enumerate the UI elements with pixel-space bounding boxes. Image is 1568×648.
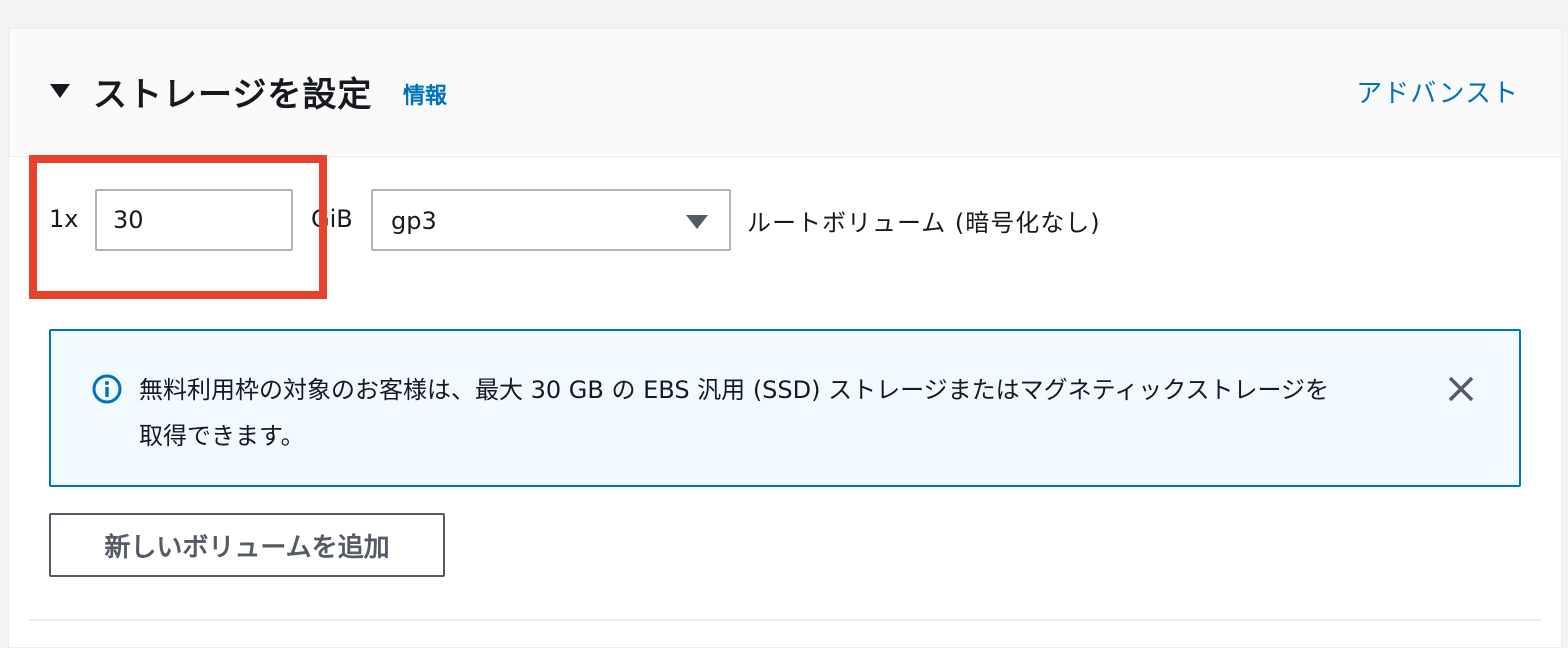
highlight-box [29,155,327,299]
volume-type-select[interactable]: gp3 [371,189,731,251]
caret-down-icon[interactable] [49,82,71,100]
advanced-link[interactable]: アドバンスト [1356,73,1519,110]
volume-description: ルートボリューム (暗号化なし) [747,209,1101,237]
info-link[interactable]: 情報 [403,78,447,110]
divider [29,619,1541,621]
close-icon[interactable] [1447,375,1475,403]
alert-text: 無料利用枠の対象のお客様は、最大 30 GB の EBS 汎用 (SSD) スト… [139,376,1329,450]
panel-header[interactable]: ストレージを設定 情報 アドバンスト [9,29,1561,157]
panel-title: ストレージを設定 [93,75,373,115]
add-volume-button[interactable]: 新しいボリュームを追加 [49,513,445,577]
info-alert: 無料利用枠の対象のお客様は、最大 30 GB の EBS 汎用 (SSD) スト… [49,329,1521,487]
storage-config-panel: ストレージを設定 情報 アドバンスト 1x GiB gp3 ルートボリューム (… [8,28,1562,648]
volume-type-value: gp3 [391,207,437,235]
info-circle-icon [92,374,122,404]
dropdown-arrow-icon [686,215,708,229]
